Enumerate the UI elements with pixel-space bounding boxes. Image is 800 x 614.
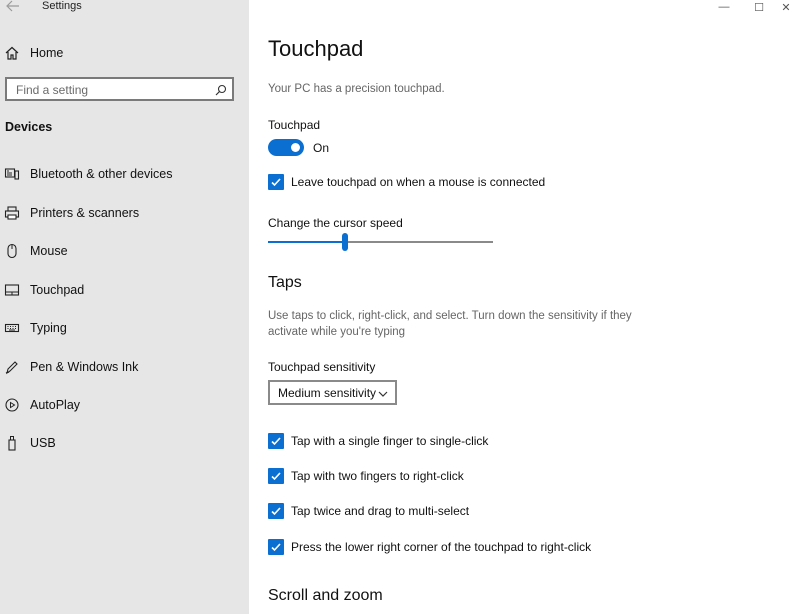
nav-home[interactable]: Home	[0, 40, 249, 66]
tap-two-fingers-checkbox-row[interactable]: Tap with two fingers to right-click	[268, 467, 464, 485]
sidebar-item-printers[interactable]: Printers & scanners	[0, 200, 249, 226]
sidebar-item-bluetooth[interactable]: Bluetooth & other devices	[0, 161, 249, 187]
dropdown-value: Medium sensitivity	[278, 386, 377, 400]
search-input[interactable]: Find a setting	[5, 77, 234, 101]
touchpad-toggle[interactable]	[268, 139, 304, 156]
cursor-speed-label: Change the cursor speed	[268, 216, 403, 230]
taps-description-line2: activate while you're typing	[268, 326, 406, 338]
sidebar-item-label: Pen & Windows Ink	[30, 360, 139, 374]
toggle-state-label: On	[313, 141, 330, 155]
usb-icon	[4, 435, 20, 451]
chevron-down-icon	[377, 387, 389, 399]
checkbox-label: Tap with a single finger to single-click	[291, 434, 489, 448]
slider-fill	[268, 241, 345, 243]
app-title: Settings	[42, 0, 82, 12]
sidebar-item-autoplay[interactable]: AutoPlay	[0, 392, 249, 418]
maximize-button[interactable]: ☐	[744, 0, 774, 14]
tap-twice-drag-checkbox-row[interactable]: Tap twice and drag to multi-select	[268, 502, 469, 520]
taps-section-title: Taps	[268, 274, 302, 291]
pen-icon	[4, 359, 20, 375]
checkbox-label: Tap with two fingers to right-click	[291, 469, 464, 483]
tap-twice-drag-checkbox[interactable]	[268, 503, 284, 519]
sidebar-item-label: Bluetooth & other devices	[30, 167, 173, 181]
nav-home-label: Home	[30, 46, 64, 60]
precision-note: Your PC has a precision touchpad.	[268, 83, 445, 95]
toggle-knob	[291, 143, 300, 152]
sidebar-item-usb[interactable]: USB	[0, 430, 249, 456]
lower-right-corner-checkbox[interactable]	[268, 539, 284, 555]
search-placeholder: Find a setting	[16, 83, 89, 97]
checkbox-label: Press the lower right corner of the touc…	[291, 540, 592, 554]
cursor-speed-slider[interactable]	[268, 233, 493, 251]
printer-icon	[4, 205, 20, 221]
sensitivity-label: Touchpad sensitivity	[268, 360, 376, 374]
section-header-devices: Devices	[5, 120, 53, 134]
back-arrow-icon[interactable]	[6, 0, 20, 14]
sidebar: Settings Home Find a setting Devices Blu…	[0, 0, 249, 614]
sidebar-item-label: USB	[30, 436, 56, 450]
touchpad-icon	[4, 282, 20, 298]
sidebar-item-pen[interactable]: Pen & Windows Ink	[0, 354, 249, 380]
lower-right-corner-checkbox-row[interactable]: Press the lower right corner of the touc…	[268, 538, 591, 556]
sidebar-item-label: Touchpad	[30, 283, 85, 297]
autoplay-icon	[4, 397, 20, 413]
sidebar-item-label: Mouse	[30, 244, 68, 258]
close-button[interactable]: ✕	[771, 0, 800, 14]
mouse-icon	[4, 243, 20, 259]
keyboard-icon	[4, 320, 20, 336]
checkbox-label: Leave touchpad on when a mouse is connec…	[291, 175, 546, 189]
minimize-button[interactable]: —	[709, 0, 739, 14]
search-icon[interactable]	[214, 83, 228, 97]
main-content: — ☐ ✕ Touchpad Your PC has a precision t…	[249, 0, 800, 614]
sensitivity-dropdown[interactable]: Medium sensitivity	[268, 380, 397, 405]
sidebar-item-touchpad[interactable]: Touchpad	[0, 277, 249, 303]
sidebar-item-label: Printers & scanners	[30, 206, 140, 220]
checkbox-label: Tap twice and drag to multi-select	[291, 504, 470, 518]
slider-thumb[interactable]	[342, 233, 348, 251]
sidebar-item-label: AutoPlay	[30, 398, 81, 412]
sidebar-item-mouse[interactable]: Mouse	[0, 238, 249, 264]
touchpad-toggle-label: Touchpad	[268, 118, 321, 132]
sidebar-item-typing[interactable]: Typing	[0, 315, 249, 341]
leave-touchpad-on-checkbox[interactable]	[268, 174, 284, 190]
bluetooth-devices-icon	[4, 166, 20, 182]
page-title: Touchpad	[268, 36, 364, 61]
tap-two-fingers-checkbox[interactable]	[268, 468, 284, 484]
tap-single-finger-checkbox[interactable]	[268, 433, 284, 449]
taps-description-line1: Use taps to click, right-click, and sele…	[268, 310, 632, 322]
sidebar-item-label: Typing	[30, 321, 67, 335]
tap-single-finger-checkbox-row[interactable]: Tap with a single finger to single-click	[268, 432, 488, 450]
scroll-zoom-section-title: Scroll and zoom	[268, 587, 383, 604]
leave-touchpad-on-checkbox-row[interactable]: Leave touchpad on when a mouse is connec…	[268, 173, 545, 191]
home-icon	[4, 45, 20, 61]
